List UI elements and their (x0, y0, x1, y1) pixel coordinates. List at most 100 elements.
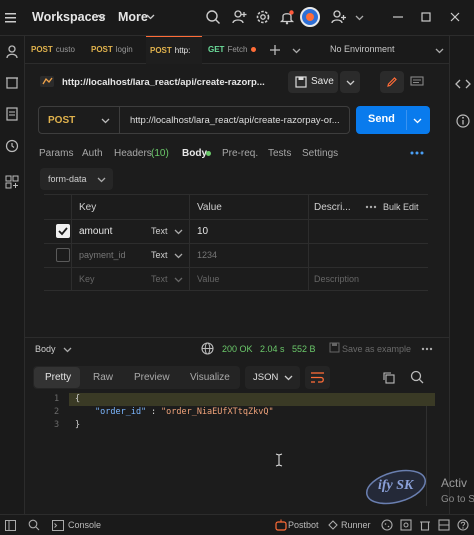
save-options-button[interactable] (340, 71, 360, 93)
minimize-window-icon[interactable] (390, 9, 408, 27)
save-button[interactable]: Save (288, 71, 338, 93)
hamburger-icon[interactable] (4, 11, 18, 25)
response-view-tabs: Pretty Raw Preview Visualize (33, 366, 240, 389)
chevron-down-icon (435, 46, 444, 55)
add-account-icon[interactable] (331, 9, 349, 27)
workspaces-menu[interactable]: Workspaces (32, 10, 105, 24)
environment-selector[interactable]: No Environment (330, 44, 395, 54)
divider (406, 110, 407, 130)
cookies-icon[interactable] (381, 519, 393, 531)
code-snippet-icon[interactable] (455, 77, 471, 91)
body-active-dot (206, 151, 211, 156)
vault-icon[interactable] (400, 519, 412, 531)
runner-button[interactable]: Runner (341, 520, 371, 530)
new-type-select[interactable]: Text (151, 274, 168, 284)
new-description-input[interactable]: Description (314, 274, 359, 284)
form-data-table: Key Value Descri... Bulk Edit amount Tex… (44, 194, 428, 291)
new-key-input[interactable]: Key (79, 274, 95, 284)
new-tab-plus-icon[interactable] (269, 44, 281, 56)
help-icon[interactable] (457, 519, 469, 531)
copy-icon[interactable] (382, 371, 395, 384)
more-menu[interactable]: More (118, 10, 148, 24)
notification-bell-icon[interactable] (279, 9, 297, 27)
maximize-window-icon[interactable] (418, 9, 436, 27)
response-time[interactable]: 2.04 s (260, 344, 285, 354)
tab-auth[interactable]: Auth (82, 148, 103, 159)
column-description: Descri... (314, 202, 351, 213)
request-tab[interactable]: GET Fetch (208, 36, 268, 64)
tab-settings[interactable]: Settings (302, 148, 338, 159)
avatar[interactable] (300, 7, 320, 27)
postbot-button[interactable]: Postbot (288, 520, 319, 530)
more-options-icon[interactable] (365, 205, 377, 209)
collections-user-icon[interactable] (4, 44, 20, 60)
param-type-select[interactable]: Text (151, 226, 168, 236)
chevron-down-icon[interactable] (413, 116, 422, 125)
request-tab-active[interactable]: POST http: (146, 36, 202, 64)
more-options-icon[interactable] (421, 347, 433, 351)
line-number: 1 (54, 394, 60, 404)
body-type-select[interactable]: form-data (40, 168, 113, 190)
tab-body[interactable]: Body (182, 148, 207, 159)
edit-button[interactable] (380, 71, 404, 93)
response-body-toggle[interactable]: Body (35, 344, 56, 354)
search-icon[interactable] (410, 370, 424, 384)
chevron-down-icon[interactable] (355, 13, 364, 22)
param-value[interactable]: 1234 (197, 250, 217, 260)
send-label: Send (368, 113, 395, 125)
trash-icon[interactable] (4, 74, 20, 90)
request-title[interactable]: http://localhost/lara_react/api/create-r… (62, 77, 265, 88)
info-icon[interactable] (455, 113, 471, 129)
close-window-icon[interactable] (447, 9, 465, 27)
divider (25, 337, 449, 338)
trash-icon[interactable] (419, 519, 431, 531)
tab-preview[interactable]: Preview (134, 372, 170, 383)
new-value-input[interactable]: Value (197, 274, 219, 284)
tab-visualize[interactable]: Visualize (190, 372, 230, 383)
save-as-example-button[interactable]: Save as example (342, 344, 411, 354)
settings-gear-icon[interactable] (255, 9, 273, 27)
unsaved-dot (251, 47, 257, 53)
line-number: 3 (54, 420, 60, 430)
method-select[interactable]: POST (48, 115, 75, 126)
beautify-button[interactable] (305, 366, 330, 389)
tab-pretty[interactable]: Pretty (34, 367, 80, 388)
globe-icon[interactable] (201, 342, 214, 355)
comment-button[interactable] (405, 71, 429, 93)
status-code[interactable]: 200 OK (222, 344, 253, 354)
cookies-more-icon[interactable] (410, 149, 424, 157)
send-button[interactable]: Send (356, 106, 430, 134)
console-button[interactable]: Console (68, 520, 101, 530)
json-key: "order_id" (95, 407, 147, 417)
tab-raw[interactable]: Raw (93, 372, 113, 383)
param-value[interactable]: 10 (197, 226, 208, 237)
history-icon[interactable] (4, 138, 20, 154)
param-key[interactable]: payment_id (79, 250, 126, 260)
request-tab[interactable]: POST login (91, 36, 143, 64)
response-size[interactable]: 552 B (292, 344, 316, 354)
watermark-text: ify SK (378, 478, 414, 493)
sidebar-toggle-icon[interactable] (5, 520, 16, 531)
search-icon[interactable] (205, 9, 223, 27)
param-key[interactable]: amount (79, 226, 112, 237)
tab-params[interactable]: Params (39, 148, 73, 159)
row-checkbox-checked[interactable] (56, 224, 70, 238)
bulk-edit-link[interactable]: Bulk Edit (383, 202, 419, 212)
format-select[interactable]: JSON (245, 366, 300, 389)
tabs-overflow-chevron-icon[interactable] (292, 46, 301, 55)
layout-toggle-icon[interactable] (438, 519, 450, 531)
environments-icon[interactable] (4, 106, 20, 122)
tab-prereq[interactable]: Pre-req. (222, 148, 258, 159)
tab-tests[interactable]: Tests (268, 148, 291, 159)
console-icon[interactable] (52, 520, 64, 531)
url-input[interactable]: http://localhost/lara_react/api/create-r… (130, 115, 340, 126)
param-type-select[interactable]: Text (151, 250, 168, 260)
apps-grid-icon[interactable] (4, 174, 20, 190)
invite-user-icon[interactable] (231, 9, 249, 27)
request-tab[interactable]: POST custo (31, 36, 83, 64)
tab-method: POST (91, 45, 113, 54)
row-checkbox[interactable] (56, 248, 70, 262)
chevron-down-icon (174, 227, 183, 236)
tab-headers[interactable]: Headers (114, 148, 152, 159)
find-replace-icon[interactable] (28, 519, 40, 531)
